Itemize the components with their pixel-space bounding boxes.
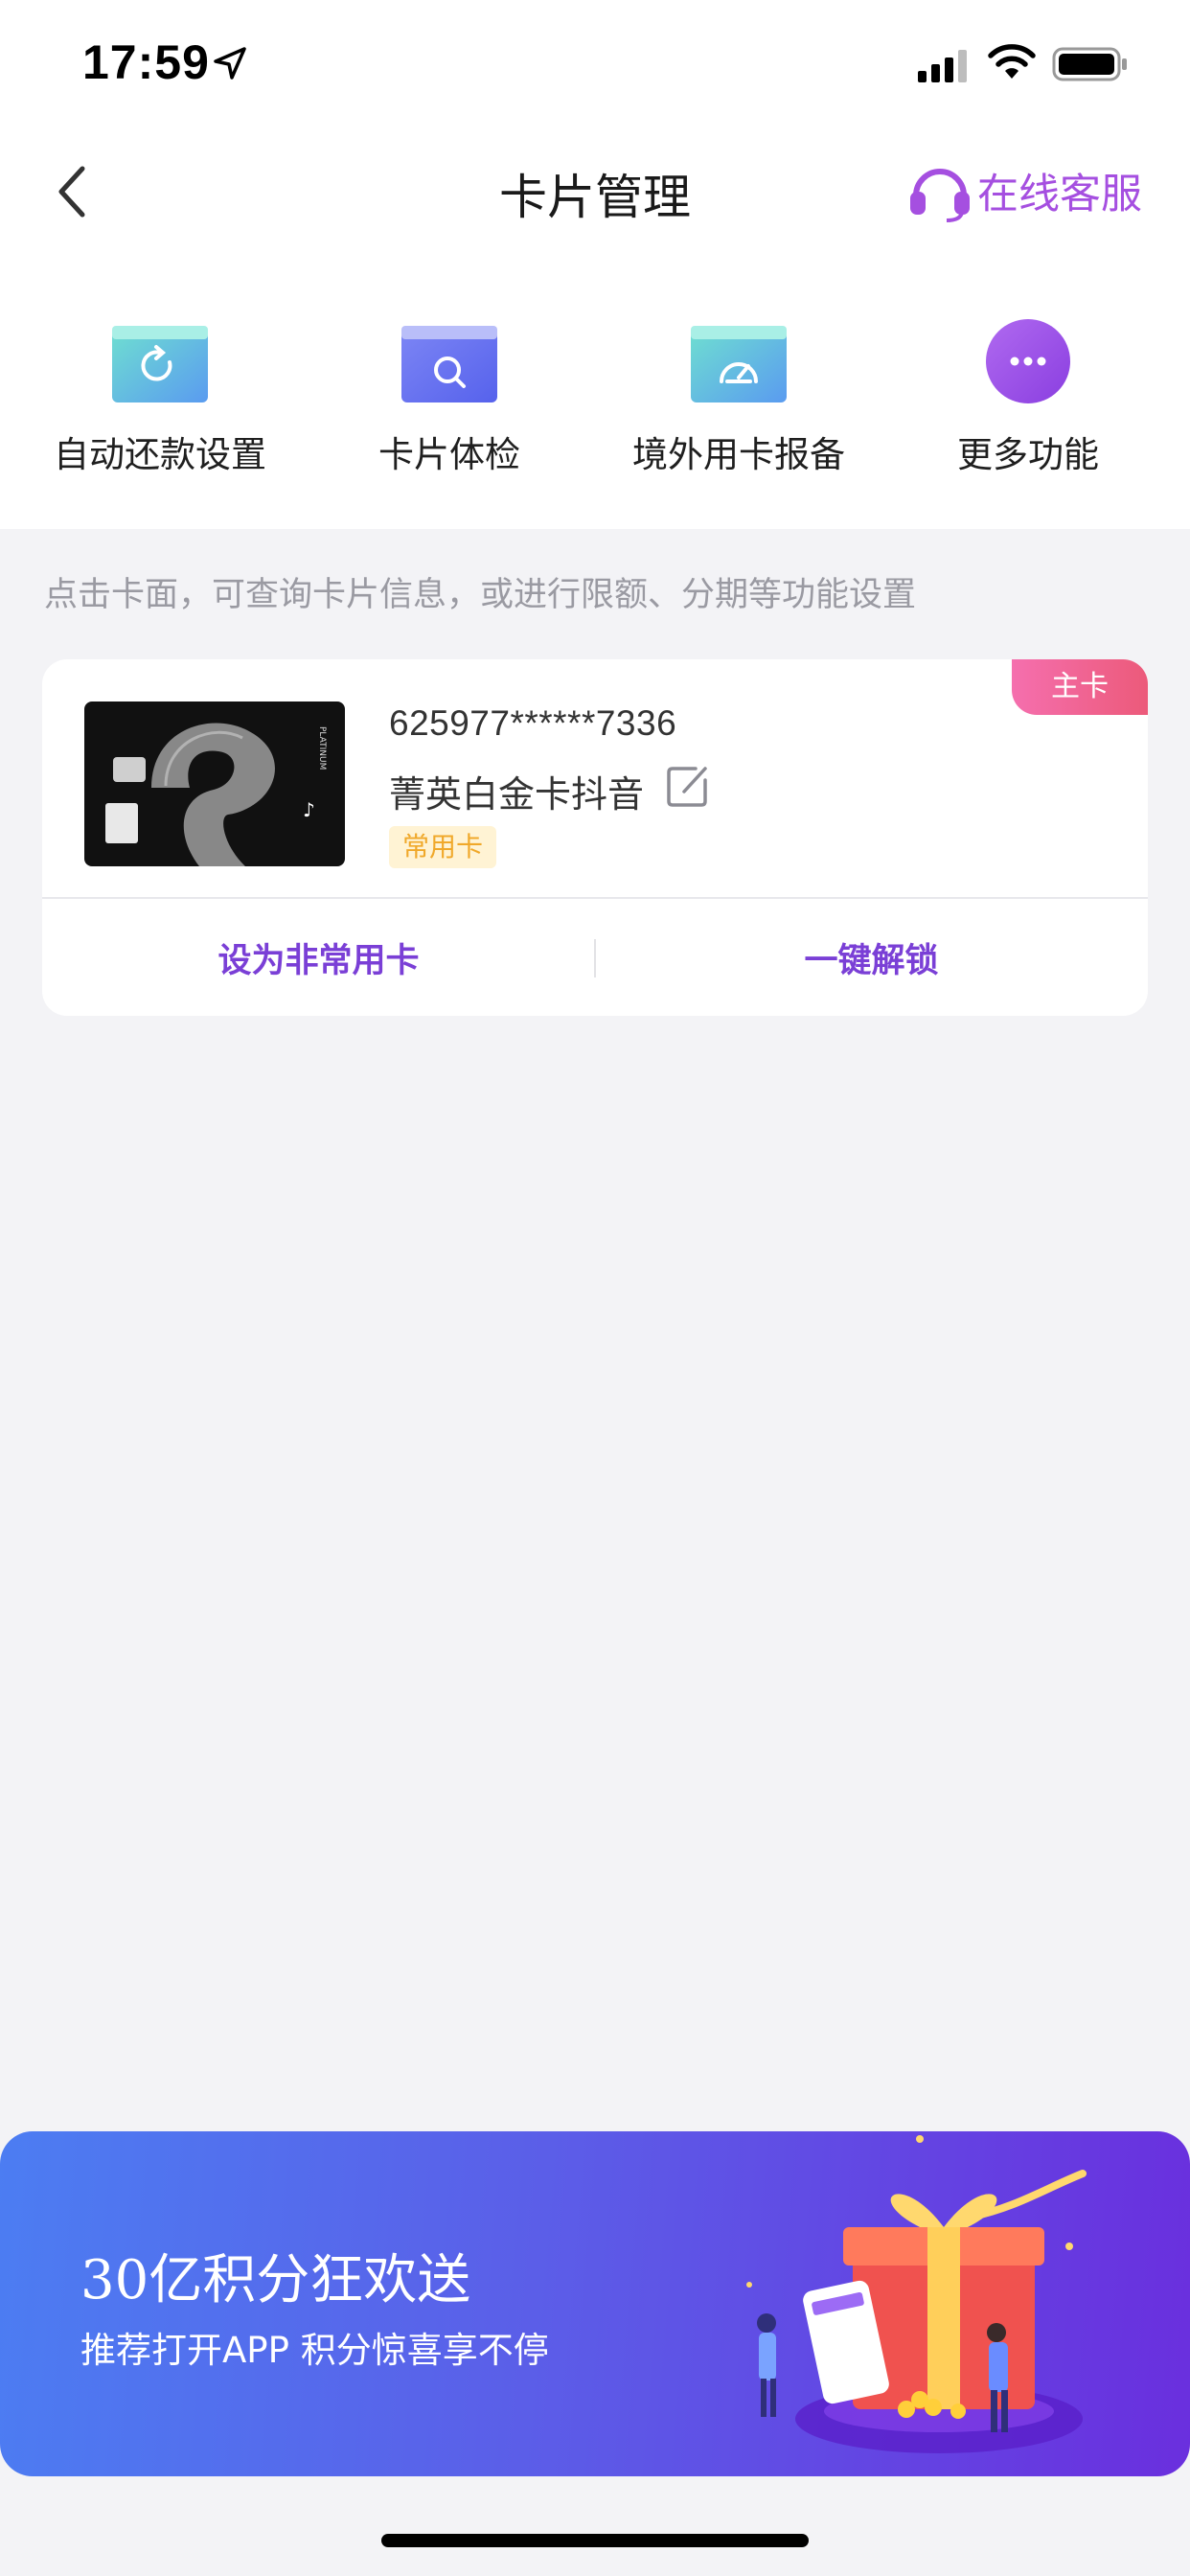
auto-repay-settings-button[interactable]: 自动还款设置: [15, 249, 305, 529]
location-arrow-icon: [214, 47, 246, 80]
more-icon: [986, 319, 1070, 403]
credit-card-image[interactable]: PLATINUM ♪: [84, 702, 345, 866]
online-service-label: 在线客服: [977, 171, 1142, 218]
svg-text:♪: ♪: [303, 798, 315, 821]
wifi-icon: [988, 44, 1036, 79]
more-functions-button[interactable]: 更多功能: [883, 249, 1173, 529]
qa-label: 卡片体检: [378, 434, 520, 475]
status-bar: 17:59: [0, 0, 1190, 134]
status-time: 17:59: [82, 35, 210, 89]
set-uncommon-card-button[interactable]: 设为非常用卡: [42, 933, 595, 982]
gift-box-illustration-icon: [746, 2135, 1087, 2453]
headset-icon: [910, 169, 970, 222]
card-panel: 主卡 PLATINUM ♪ 625977******7336 菁英白金卡抖音 常…: [42, 659, 1148, 1016]
qa-label: 更多功能: [957, 434, 1099, 475]
hint-text: 点击卡面，可查询卡片信息，或进行限额、分期等功能设置: [44, 576, 917, 614]
main-card-badge: 主卡: [1012, 659, 1148, 715]
card-checkup-button[interactable]: 卡片体检: [305, 249, 594, 529]
banner-subtitle: 推荐打开APP 积分惊喜享不停: [80, 2330, 549, 2371]
battery-icon: [1052, 47, 1127, 81]
overseas-report-icon: [691, 326, 787, 402]
auto-repay-icon: [112, 326, 208, 402]
overseas-report-button[interactable]: 境外用卡报备: [594, 249, 883, 529]
promo-banner[interactable]: 30亿积分狂欢送 推荐打开APP 积分惊喜享不停: [0, 2131, 1190, 2476]
common-card-tag: 常用卡: [389, 826, 497, 868]
card-name: 菁英白金卡抖音: [389, 773, 645, 816]
qa-label: 境外用卡报备: [632, 434, 845, 475]
one-click-unlock-button[interactable]: 一键解锁: [595, 933, 1148, 982]
svg-text:PLATINUM: PLATINUM: [317, 726, 327, 770]
card-number: 625977******7336: [389, 703, 677, 743]
card-check-icon: [401, 326, 497, 402]
card-actions: 设为非常用卡 一键解锁: [42, 899, 1148, 1016]
online-service-button[interactable]: 在线客服: [906, 157, 1142, 224]
cellular-signal-icon: [918, 50, 967, 82]
home-indicator: [381, 2534, 809, 2547]
edit-icon[interactable]: [663, 763, 711, 811]
action-separator: [594, 939, 596, 978]
nav-bar: 卡片管理 在线客服: [0, 134, 1190, 249]
qa-label: 自动还款设置: [54, 434, 266, 475]
quick-actions: 自动还款设置 卡片体检 境外用卡报备 更多功能: [0, 249, 1190, 529]
banner-title: 30亿积分狂欢送: [80, 2249, 471, 2312]
